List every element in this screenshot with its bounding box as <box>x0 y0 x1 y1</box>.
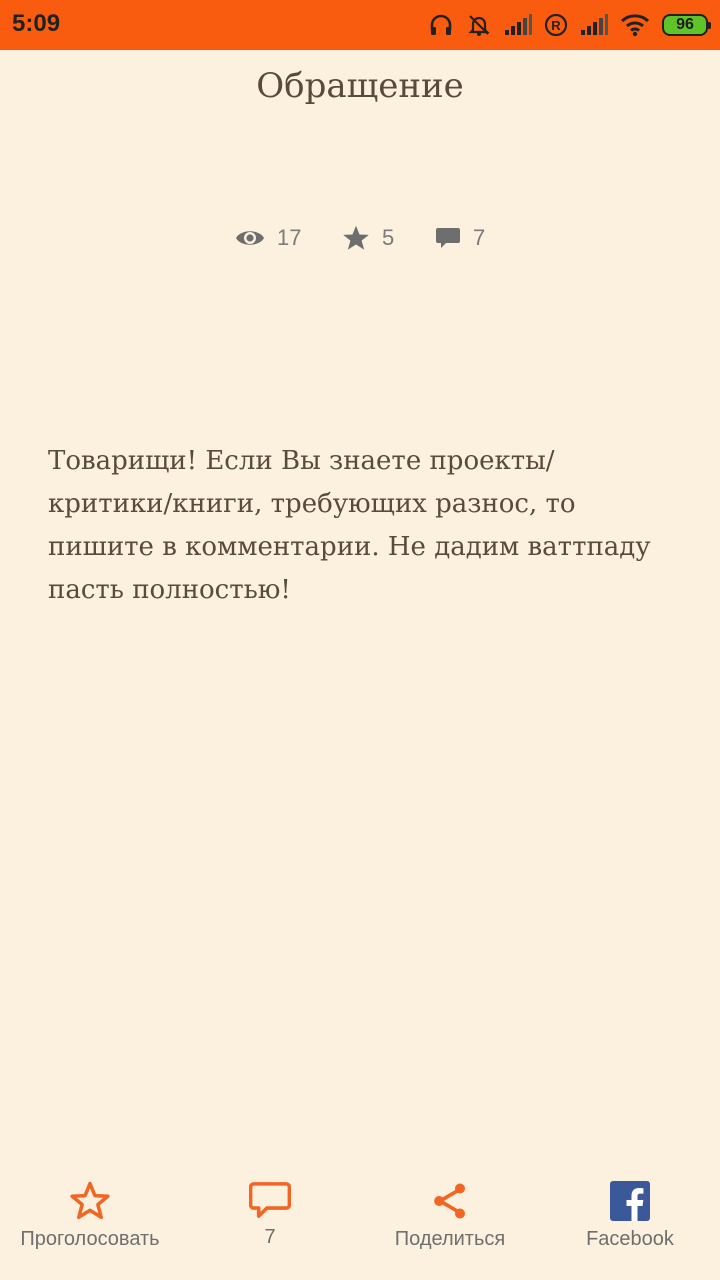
story-stats: 17 5 7 <box>0 222 720 254</box>
story-title: Обращение <box>256 66 464 106</box>
bell-muted-icon <box>466 12 492 38</box>
vote-label: Проголосовать <box>20 1228 160 1250</box>
comments-button[interactable]: 7 <box>230 1180 310 1270</box>
bottom-action-bar: Проголосовать 7 Поделиться Facebook <box>0 1180 720 1280</box>
facebook-button[interactable]: Facebook <box>570 1180 690 1270</box>
signal-icon <box>580 14 608 36</box>
share-button[interactable]: Поделиться <box>380 1180 520 1270</box>
comment-icon <box>435 226 461 250</box>
roaming-r-icon: R <box>544 13 568 37</box>
votes-count: 5 <box>382 225 395 250</box>
share-icon <box>430 1180 470 1222</box>
comments-stat: 7 <box>435 222 485 254</box>
story-text: Товарищи! Если Вы знаете проекты/ критик… <box>48 446 651 605</box>
battery-icon: 96 <box>662 14 711 36</box>
status-bar: 5:09 R 96 <box>0 0 720 50</box>
eye-icon <box>235 227 265 249</box>
vote-button[interactable]: Проголосовать <box>10 1180 170 1270</box>
views-stat: 17 <box>235 222 301 254</box>
comments-button-count: 7 <box>264 1226 276 1248</box>
svg-text:R: R <box>551 18 561 33</box>
facebook-icon <box>609 1180 651 1222</box>
signal-icon <box>504 14 532 36</box>
comments-count: 7 <box>473 225 486 250</box>
facebook-label: Facebook <box>586 1228 674 1250</box>
status-icons: R 96 <box>428 11 711 39</box>
wifi-icon <box>620 13 650 37</box>
votes-stat: 5 <box>342 222 394 254</box>
share-label: Поделиться <box>394 1228 506 1250</box>
comment-outline-icon <box>249 1180 291 1220</box>
headphones-icon <box>428 12 454 38</box>
status-time: 5:09 <box>12 10 61 37</box>
views-count: 17 <box>277 225 302 250</box>
star-icon <box>342 224 370 252</box>
star-outline-icon <box>69 1180 111 1222</box>
